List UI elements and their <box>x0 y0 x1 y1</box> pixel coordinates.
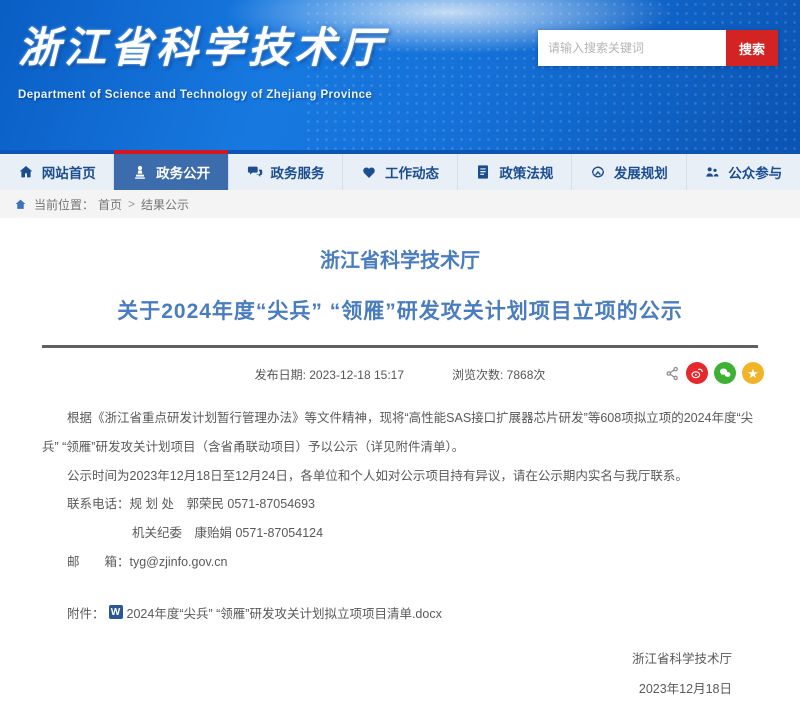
nav-item-policy[interactable]: 政策法规 <box>458 154 572 190</box>
gov-open-icon <box>132 164 148 180</box>
nav-item-label: 网站首页 <box>42 162 96 182</box>
page-title: 关于2024年度“尖兵” “领雁”研发攻关计划项目立项的公示 <box>42 295 758 325</box>
location-home-icon <box>14 198 27 211</box>
nav-item-gov-open[interactable]: 政务公开 <box>114 154 228 190</box>
nav-item-work-news[interactable]: 工作动态 <box>343 154 457 190</box>
article-meta-row: 发布日期: 2023-12-18 15:17 浏览次数: 7868次 ★ <box>42 362 758 388</box>
nav-item-label: 工作动态 <box>385 162 439 182</box>
nav-item-label: 政务公开 <box>156 162 210 182</box>
contact-phone-line-1: 联系电话：规 划 处 郭荣民 0571-87054693 <box>67 490 758 519</box>
article-signature: 浙江省科学技术厅 2023年12月18日 <box>42 644 758 704</box>
article-content: 浙江省科学技术厅 关于2024年度“尖兵” “领雁”研发攻关计划项目立项的公示 … <box>0 218 800 704</box>
paragraph-1: 根据《浙江省重点研发计划暂行管理办法》等文件精神，现将“高性能SAS接口扩展器芯… <box>42 404 758 462</box>
article-org-title: 浙江省科学技术厅 <box>42 244 758 273</box>
nav-item-label: 政务服务 <box>271 162 325 182</box>
policy-doc-icon <box>475 164 491 180</box>
nav-item-public-participation[interactable]: 公众参与 <box>687 154 800 190</box>
participate-icon <box>704 164 720 180</box>
site-search: 搜索 <box>538 30 778 66</box>
nav-item-home[interactable]: 网站首页 <box>0 154 114 190</box>
nav-item-label: 发展规划 <box>614 162 668 182</box>
share-icon[interactable] <box>665 366 680 381</box>
paragraph-2: 公示时间为2023年12月18日至12月24日，各单位和个人如对公示项目持有异议… <box>42 462 758 491</box>
contact-phone-line-2: 机关纪委 康贻娟 0571-87054124 <box>132 519 758 548</box>
search-button[interactable]: 搜索 <box>726 30 778 66</box>
site-title-english: Department of Science and Technology of … <box>18 89 386 101</box>
breadcrumb-home-link[interactable]: 首页 <box>98 196 122 213</box>
nav-item-label: 公众参与 <box>728 162 782 182</box>
attachment-link[interactable]: 2024年度“尖兵” “领雁”研发攻关计划拟立项项目清单.docx <box>127 603 442 622</box>
nav-item-gov-service[interactable]: 政务服务 <box>229 154 343 190</box>
search-input[interactable] <box>538 30 726 66</box>
nav-item-development-plan[interactable]: 发展规划 <box>572 154 686 190</box>
signature-org: 浙江省科学技术厅 <box>42 644 732 674</box>
breadcrumb-current: 结果公示 <box>141 196 189 213</box>
breadcrumb-separator: > <box>128 197 135 211</box>
nav-item-label: 政策法规 <box>499 162 553 182</box>
qzone-icon[interactable]: ★ <box>742 362 764 384</box>
site-title-chinese: 浙江省科学技术厅 <box>18 14 386 75</box>
weibo-icon[interactable] <box>686 362 708 384</box>
home-icon <box>18 164 34 180</box>
publish-date: 发布日期: 2023-12-18 15:17 <box>255 362 404 388</box>
title-divider <box>42 345 758 348</box>
word-doc-icon: W <box>109 605 123 619</box>
main-navigation: 网站首页 政务公开 政务服务 工作动态 政策法规 发展规划 公众参与 <box>0 150 800 190</box>
wechat-icon[interactable] <box>714 362 736 384</box>
attachment-row: 附件： W 2024年度“尖兵” “领雁”研发攻关计划拟立项项目清单.docx <box>67 603 758 622</box>
heart-icon <box>361 164 377 180</box>
contact-email-line: 邮 箱：tyg@zjinfo.gov.cn <box>67 548 758 577</box>
signature-date: 2023年12月18日 <box>42 674 732 704</box>
view-count: 浏览次数: 7868次 <box>452 362 545 388</box>
breadcrumb: 当前位置： 首页 > 结果公示 <box>0 190 800 218</box>
article-body: 根据《浙江省重点研发计划暂行管理办法》等文件精神，现将“高性能SAS接口扩展器芯… <box>42 404 758 577</box>
plan-handshake-icon <box>590 164 606 180</box>
site-logo[interactable]: 浙江省科学技术厅 Department of Science and Techn… <box>18 14 386 101</box>
site-header-banner: 浙江省科学技术厅 Department of Science and Techn… <box>0 0 800 150</box>
breadcrumb-label: 当前位置： <box>34 196 94 213</box>
service-bubbles-icon <box>247 164 263 180</box>
attachment-label: 附件： <box>67 603 105 622</box>
share-buttons: ★ <box>665 362 764 384</box>
